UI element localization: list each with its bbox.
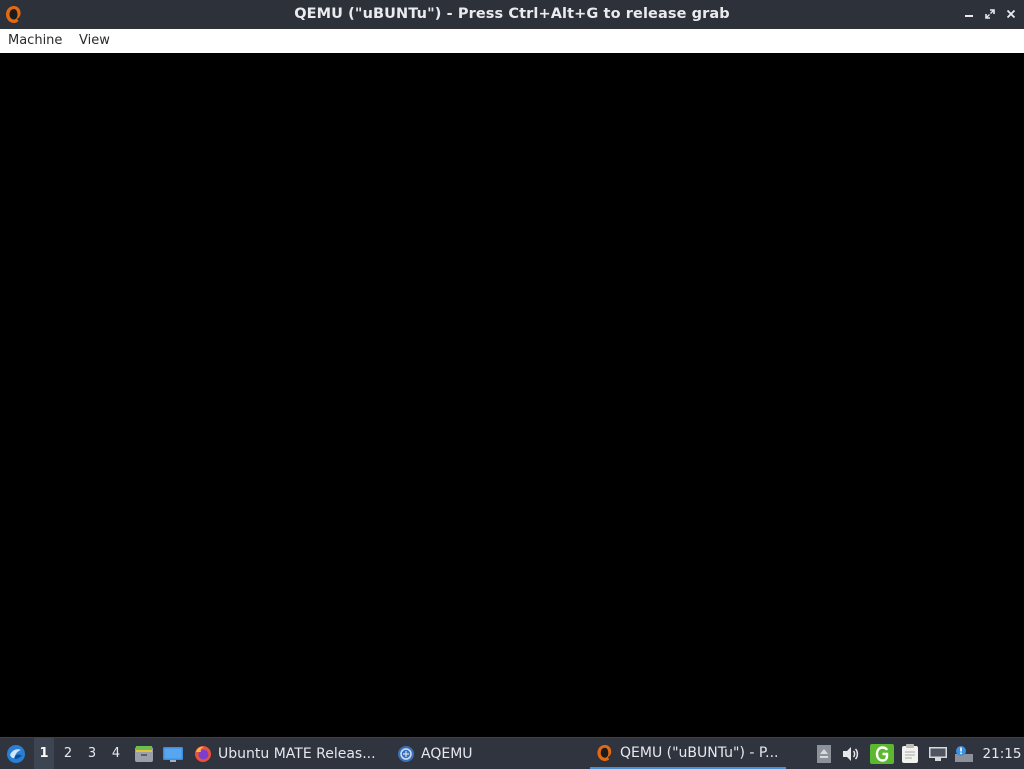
qemu-icon (597, 744, 612, 761)
menu-machine[interactable]: Machine (8, 29, 62, 53)
network-icon (929, 746, 947, 761)
task-label: AQEMU (421, 745, 473, 762)
vm-display[interactable] (0, 53, 1024, 737)
task-qemu[interactable]: QEMU ("uBUNTu") - P... (590, 738, 786, 769)
close-button[interactable] (1003, 6, 1019, 22)
menu-view[interactable]: View (79, 29, 110, 53)
minimize-button[interactable] (961, 6, 977, 22)
workspace-1[interactable]: 1 (34, 738, 54, 769)
lxqt-start-icon (7, 744, 25, 763)
tray-clipboard[interactable] (900, 738, 920, 769)
file-manager-icon (135, 745, 153, 762)
update-notifier-icon (955, 745, 973, 762)
task-firefox[interactable]: Ubuntu MATE Releas... (194, 738, 379, 769)
minimize-icon (965, 15, 973, 17)
task-label: Ubuntu MATE Releas... (218, 745, 376, 762)
workspace-2[interactable]: 2 (58, 738, 78, 769)
tray-volume[interactable] (842, 738, 860, 769)
volume-icon (843, 746, 859, 761)
window-title: QEMU ("uBUNTu") - Press Ctrl+Alt+G to re… (294, 6, 730, 22)
restore-button[interactable] (982, 6, 998, 22)
tray-green-g[interactable] (870, 738, 894, 769)
clipboard-icon (902, 743, 918, 763)
aqemu-icon (398, 745, 414, 762)
tray-update-notifier[interactable] (954, 738, 974, 769)
restore-icon (985, 9, 995, 19)
start-menu-button[interactable] (4, 738, 28, 769)
task-aqemu[interactable]: AQEMU (397, 738, 487, 769)
taskbar: 1 2 3 4 Ubuntu MATE Releas... AQEMU QEMU… (0, 737, 1024, 769)
workspace-4[interactable]: 4 (106, 738, 126, 769)
firefox-icon (195, 745, 211, 762)
green-g-icon (870, 743, 894, 764)
show-desktop-launcher[interactable] (162, 738, 184, 769)
eject-icon (817, 744, 831, 763)
tray-eject[interactable] (816, 738, 832, 769)
clock[interactable]: 21:15 (982, 738, 1022, 769)
tray-network[interactable] (928, 738, 948, 769)
close-icon (1006, 9, 1016, 19)
menubar: Machine View (0, 29, 1024, 54)
workspace-3[interactable]: 3 (82, 738, 102, 769)
window-titlebar[interactable]: QEMU ("uBUNTu") - Press Ctrl+Alt+G to re… (0, 0, 1024, 29)
file-manager-launcher[interactable] (134, 738, 154, 769)
task-label: QEMU ("uBUNTu") - P... (620, 744, 779, 761)
show-desktop-icon (163, 746, 183, 762)
